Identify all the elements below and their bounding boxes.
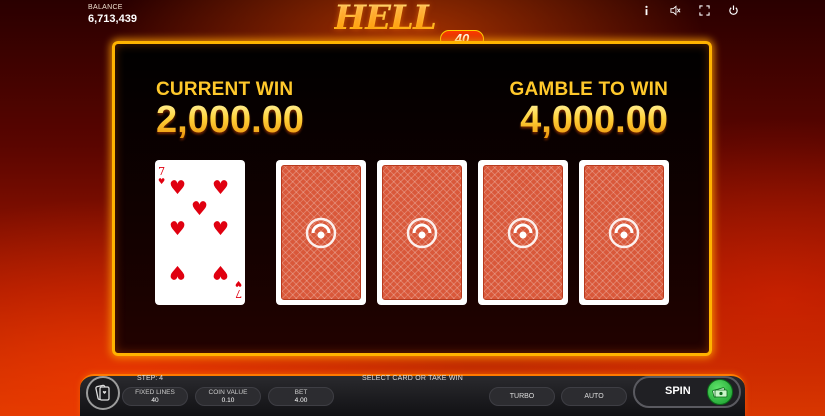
status-message: SELECT CARD OR TAKE WIN	[361, 375, 464, 382]
card-corner-bottom: 7 ♥	[234, 279, 242, 300]
coin-value-value: 0.10	[221, 397, 235, 404]
hidden-card-4[interactable]	[579, 160, 669, 305]
top-controls	[640, 4, 739, 16]
fullscreen-icon[interactable]	[698, 4, 710, 16]
card-emblem-icon	[406, 217, 438, 248]
heart-pip: ♥	[212, 177, 230, 199]
dealer-card-seven-of-hearts: 7 ♥ 7 ♥ ♥ ♥ ♥ ♥ ♥ ♥ ♥	[155, 160, 245, 305]
take-win-money-icon[interactable]	[707, 379, 733, 405]
current-win-block: CURRENT WIN 2,000.00	[156, 79, 304, 142]
gamble-to-win-value: 4,000.00	[476, 99, 668, 142]
spin-button[interactable]: SPIN	[633, 376, 741, 408]
fixed-lines-label: FIXED LINES	[135, 389, 175, 396]
gamble-to-win-label: GAMBLE TO WIN	[509, 79, 668, 100]
heart-pip: ♥	[191, 198, 209, 220]
card-back-pattern	[584, 165, 664, 300]
hidden-card-1[interactable]	[276, 160, 366, 305]
current-win-value: 2,000.00	[156, 99, 304, 141]
heart-pip: ♥	[212, 218, 230, 240]
heart-pip: ♥	[169, 261, 187, 283]
info-icon[interactable]	[640, 4, 652, 16]
heart-pip: ♥	[169, 177, 187, 199]
balance-panel: BALANCE 6,713,439	[88, 4, 137, 25]
bet-selector[interactable]: BET 4.00	[268, 387, 334, 406]
cards-icon	[95, 384, 110, 401]
bet-label: BET	[294, 389, 308, 396]
hidden-card-3[interactable]	[478, 160, 568, 305]
bet-value: 4.00	[294, 397, 308, 404]
turbo-button[interactable]: TURBO	[489, 387, 555, 406]
card-back-pattern	[382, 165, 462, 300]
current-win-label: CURRENT WIN	[156, 79, 294, 100]
coin-value-selector[interactable]: COIN VALUE 0.10	[195, 387, 261, 406]
card-emblem-icon	[305, 217, 337, 248]
hidden-card-2[interactable]	[377, 160, 467, 305]
auto-button[interactable]: AUTO	[561, 387, 627, 406]
power-icon[interactable]	[727, 4, 739, 16]
gamble-cards-button[interactable]	[86, 376, 120, 410]
gamble-step-indicator: STEP: 4	[137, 375, 164, 382]
card-corner-top: 7 ♥	[158, 165, 166, 186]
card-back-pattern	[483, 165, 563, 300]
sound-muted-icon[interactable]	[669, 4, 681, 16]
fixed-lines-value: 40	[151, 397, 159, 404]
card-back-pattern	[281, 165, 361, 300]
coin-value-label: COIN VALUE	[208, 389, 248, 396]
balance-label: BALANCE	[88, 4, 123, 11]
spin-label: SPIN	[665, 385, 691, 397]
balance-value: 6,713,439	[88, 13, 137, 25]
heart-pip: ♥	[169, 218, 187, 240]
gamble-to-win-block: GAMBLE TO WIN 4,000.00	[476, 79, 668, 142]
heart-pip: ♥	[212, 261, 230, 283]
card-emblem-icon	[608, 217, 640, 248]
fixed-lines-display: FIXED LINES 40	[122, 387, 188, 406]
card-emblem-icon	[507, 217, 539, 248]
